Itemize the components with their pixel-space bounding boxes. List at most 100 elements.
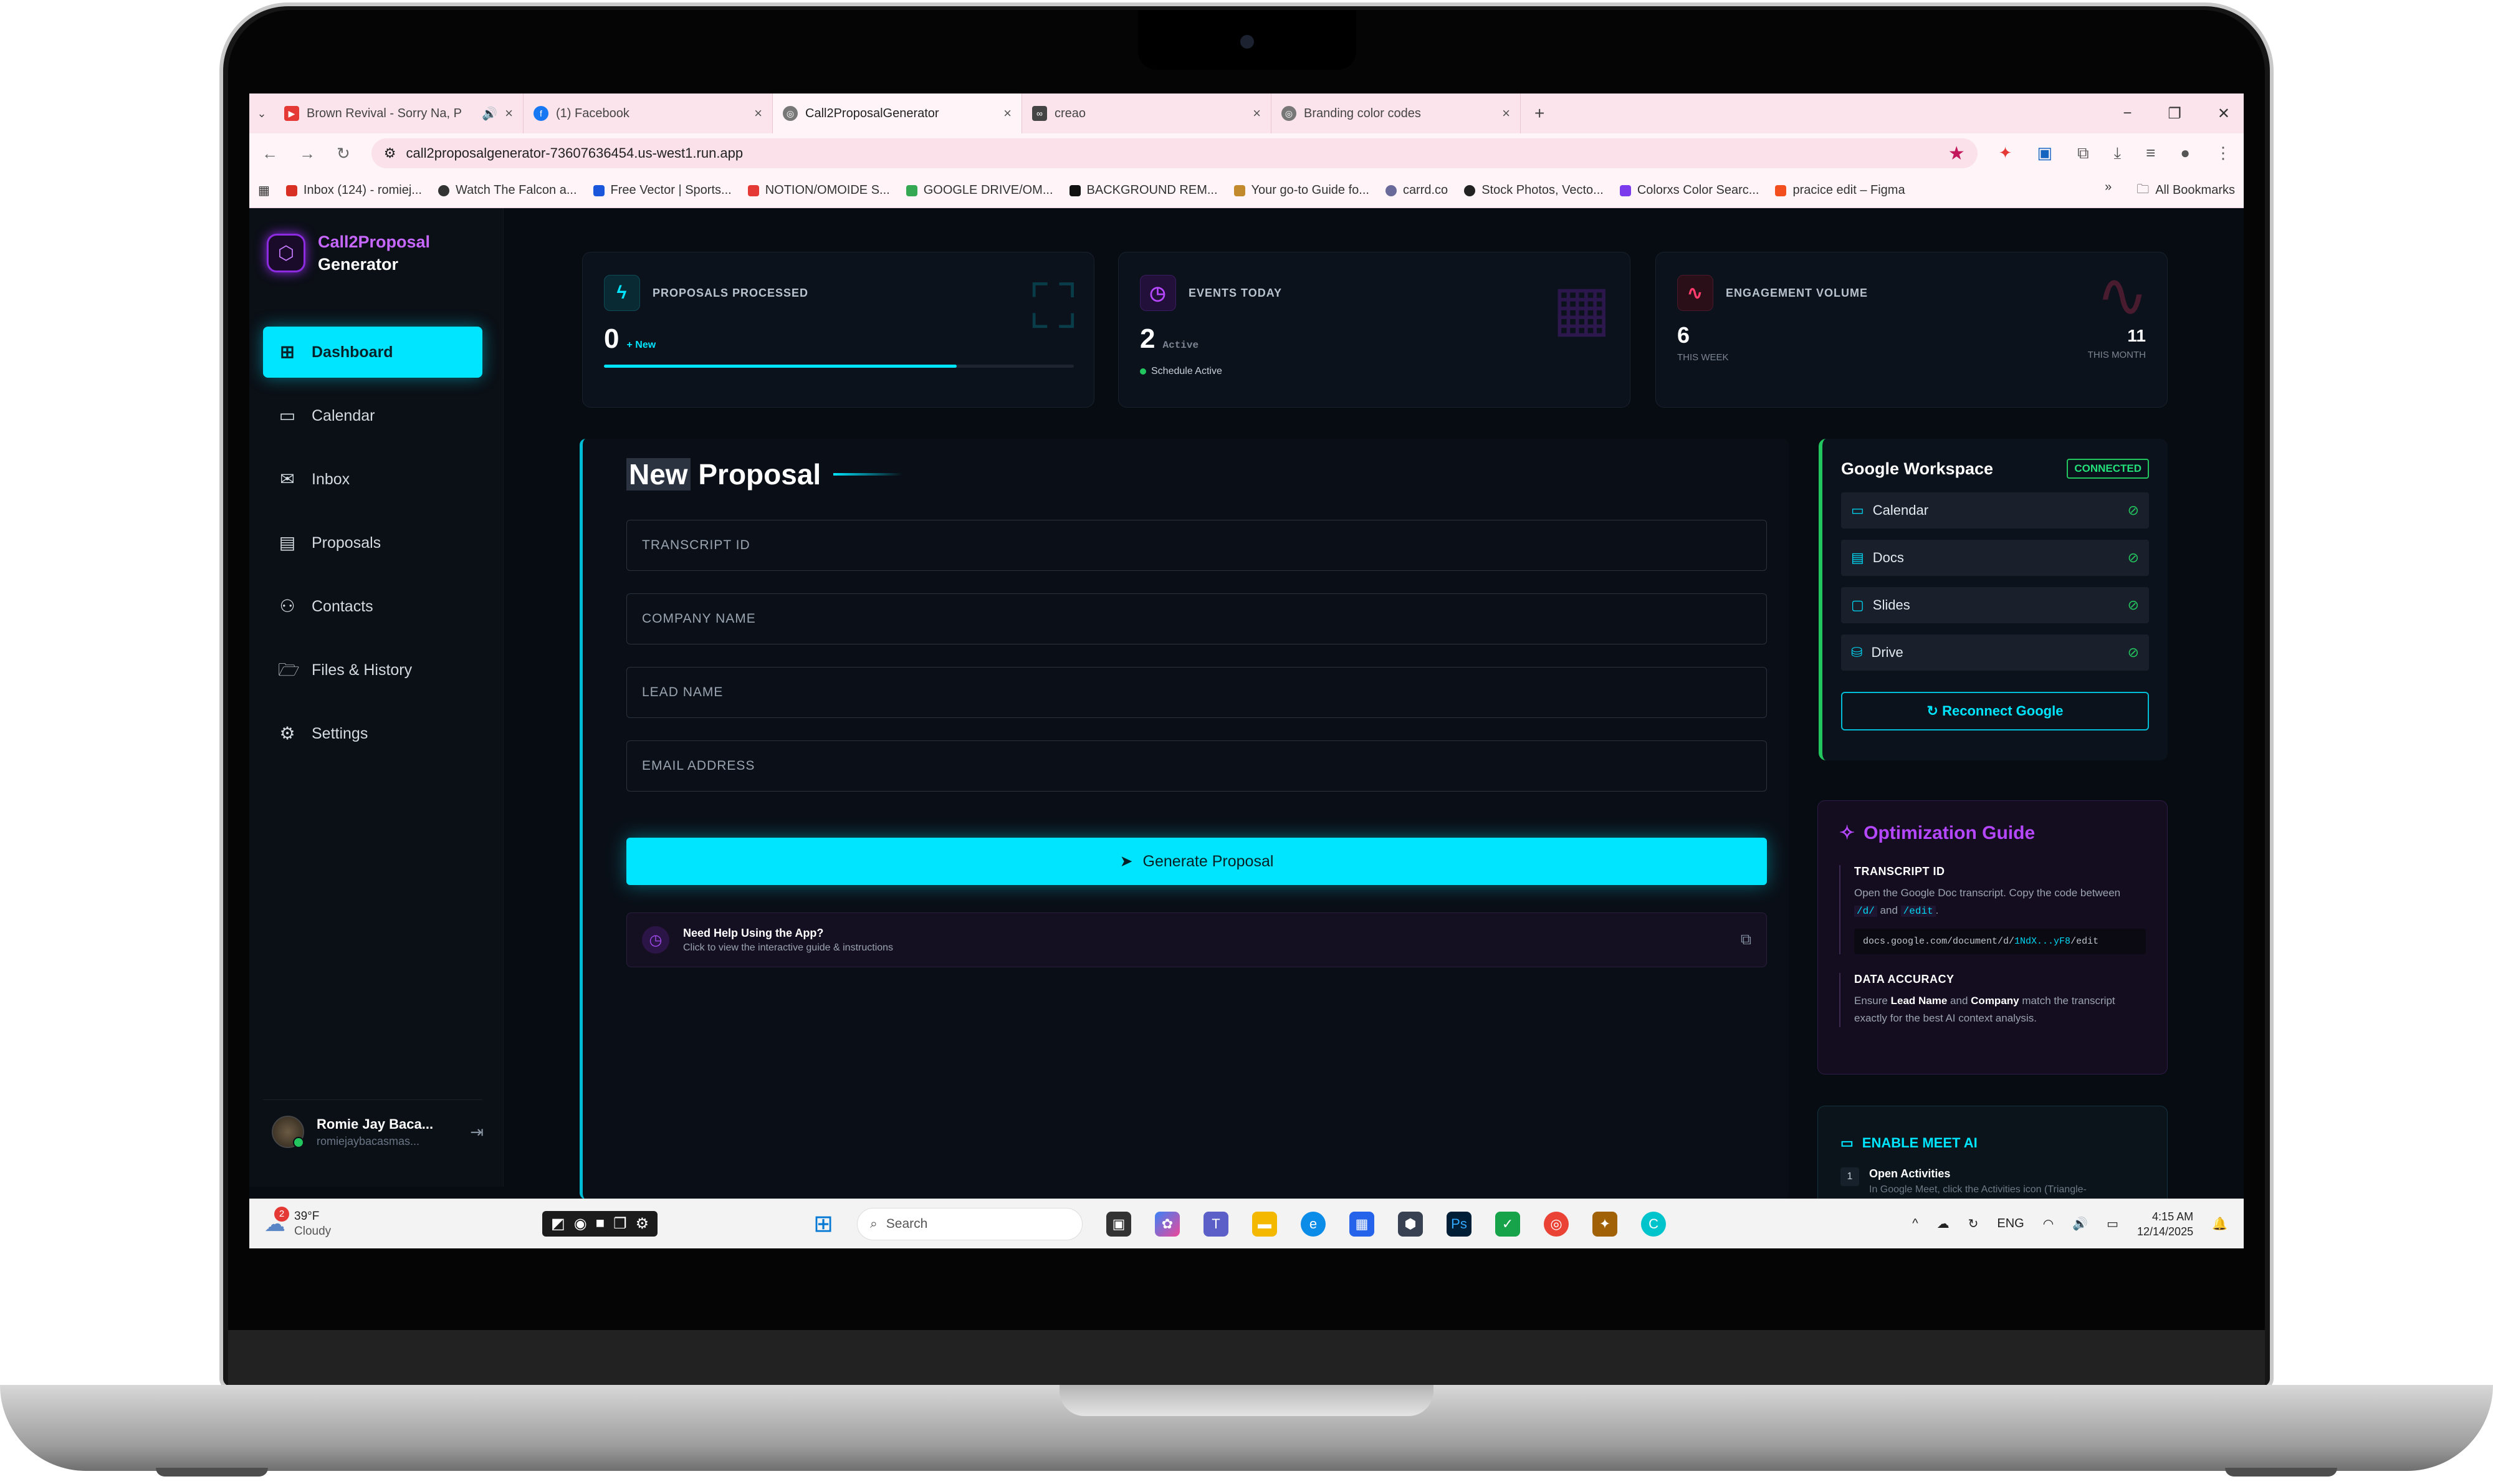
logout-icon[interactable]: ⇥ [470,1123,484,1142]
store-icon[interactable]: ▦ [1349,1211,1375,1237]
tab-title: creao [1055,106,1086,120]
browser-tab[interactable]: ◎ Branding color codes × [1271,93,1521,133]
wifi-icon[interactable]: ◠ [2043,1216,2054,1232]
restore-icon[interactable]: ❐ [2168,105,2181,123]
edge-icon[interactable]: e [1301,1211,1326,1237]
close-tab-icon[interactable]: × [1253,105,1261,122]
forward-icon[interactable]: → [299,144,315,163]
company-name-field[interactable] [626,593,1767,644]
company-name-input[interactable] [642,611,1751,626]
bell-icon[interactable]: 🔔 [2212,1216,2227,1232]
close-tab-icon[interactable]: × [1003,105,1012,122]
bookmark-item[interactable]: Watch The Falcon a... [438,183,577,198]
bookmark-item[interactable]: NOTION/OMOIDE S... [747,183,890,198]
chrome-icon[interactable]: ◎ [1544,1211,1569,1237]
close-tab-icon[interactable]: × [505,105,513,122]
user-profile[interactable]: Romie Jay Baca... romiejaybacasmas... ⇥ [272,1116,484,1148]
close-tab-icon[interactable]: × [754,105,762,122]
bookmark-item[interactable]: BACKGROUND REM... [1069,183,1218,198]
battery-icon[interactable]: ▭ [2107,1216,2118,1232]
bookmark-item[interactable]: Inbox (124) - romiej... [285,183,422,198]
new-tab-button[interactable]: + [1521,103,1558,123]
bookmark-star-icon[interactable]: ★ [1948,143,1965,165]
chevron-up-icon[interactable]: ^ [1912,1217,1918,1231]
apps-grid-icon[interactable]: ▦ [258,183,270,198]
sidebar-item-contacts[interactable]: ⚇ Contacts [263,581,482,632]
app-icon[interactable]: ✦ [1592,1211,1618,1237]
browser-tab[interactable]: ∞ creao × [1022,93,1271,133]
transcript-id-input[interactable] [642,538,1751,553]
sidebar-item-calendar[interactable]: ▭ Calendar [263,390,482,441]
sidebar-item-inbox[interactable]: ✉ Inbox [263,454,482,505]
bookmark-item[interactable]: Your go-to Guide fo... [1233,183,1369,198]
email-address-input[interactable] [642,759,1751,773]
teams-icon[interactable]: T [1203,1211,1229,1237]
reload-icon[interactable]: ↻ [337,144,350,163]
close-tab-icon[interactable]: × [1502,105,1510,122]
close-window-icon[interactable]: ✕ [2218,105,2230,123]
windows-start-icon[interactable]: ⊞ [813,1210,833,1238]
web-icon [438,184,449,196]
sidebar-item-proposals[interactable]: ▤ Proposals [263,517,482,568]
stat-card-events: ◷ EVENTS TODAY 2 Active Schedule Active ▦ [1118,252,1630,408]
bookmark-item[interactable]: Colorxs Color Searc... [1619,183,1759,198]
guide-section-title: TRANSCRIPT ID [1854,865,1945,878]
bookmark-item[interactable]: GOOGLE DRIVE/OM... [906,183,1053,198]
gear-icon[interactable]: ⚙ [636,1215,649,1233]
screenshot-icon[interactable]: ◩ [551,1215,565,1233]
lead-name-field[interactable] [626,667,1767,718]
email-address-field[interactable] [626,740,1767,792]
browser-tab-active[interactable]: ◎ Call2ProposalGenerator × [773,93,1022,133]
avatar [272,1116,304,1148]
extension-icon[interactable]: ✦ [1999,143,2012,163]
app-icon[interactable]: ✓ [1495,1211,1521,1237]
file-explorer-icon[interactable]: ▬ [1252,1211,1278,1237]
cloud-off-icon[interactable]: ☁ [1937,1216,1950,1232]
clock[interactable]: 4:15 AM 12/14/2025 [2137,1209,2193,1239]
profile-avatar-icon[interactable]: ● [2180,143,2190,163]
window-icon[interactable]: ❐ [613,1215,627,1233]
browser-tab[interactable]: ▶ Brown Revival - Sorry Na, P 🔊 × [274,93,524,133]
generate-proposal-button[interactable]: ➤ Generate Proposal [626,838,1767,885]
bookmark-item[interactable]: pracice edit – Figma [1775,183,1905,198]
reconnect-label: Reconnect Google [1942,703,2064,719]
more-bookmarks-icon[interactable]: » [2105,180,2112,201]
menu-dots-icon[interactable]: ⋮ [2215,143,2231,163]
sync-icon[interactable]: ↻ [1968,1216,1979,1232]
bookmark-item[interactable]: Free Vector | Sports... [593,183,732,198]
extensions-puzzle-icon[interactable]: ⧉ [2077,143,2089,163]
all-bookmarks-folder[interactable]: 🗀 All Bookmarks [2137,180,2235,201]
tab-search-chevron-icon[interactable]: ⌄ [249,107,274,120]
reconnect-google-button[interactable]: ↻ Reconnect Google [1841,692,2149,730]
canva-icon[interactable]: C [1641,1211,1667,1237]
task-view-icon[interactable]: ▣ [1106,1211,1132,1237]
transcript-id-field[interactable] [626,520,1767,571]
taskbar-search[interactable]: ⌕ Search [857,1207,1083,1240]
workspace-title: Google Workspace [1841,459,1994,478]
extension-icon[interactable]: ▣ [2037,143,2052,163]
copilot-icon[interactable]: ✿ [1155,1211,1180,1237]
tab-list-icon[interactable]: ≡ [2146,143,2155,163]
sidebar-item-files-history[interactable]: 🗁 Files & History [263,644,482,696]
download-icon[interactable]: ⤓ [2114,143,2122,163]
url-field[interactable]: ⚙ call2proposalgenerator-73607636454.us-… [371,138,1978,168]
bookmark-item[interactable]: carrd.co [1385,183,1448,198]
help-banner[interactable]: ◷ Need Help Using the App? Click to view… [626,912,1767,967]
video-icon[interactable]: ■ [596,1215,605,1233]
app-icon[interactable]: ⬢ [1398,1211,1424,1237]
camera-icon[interactable]: ◉ [574,1215,587,1233]
stat-card-proposals: ϟ PROPOSALS PROCESSED 0 + New ⛶ [582,252,1094,408]
laptop-foot [2225,1468,2337,1477]
bookmark-item[interactable]: Stock Photos, Vecto... [1464,183,1604,198]
sidebar-item-dashboard[interactable]: ⊞ Dashboard [263,327,482,378]
site-info-icon[interactable]: ⚙ [384,145,396,161]
language-indicator[interactable]: ENG [1997,1217,2024,1231]
lead-name-input[interactable] [642,685,1751,700]
back-icon[interactable]: ← [262,144,278,163]
photoshop-icon[interactable]: Ps [1447,1211,1472,1237]
minimize-icon[interactable]: − [2123,105,2132,123]
sidebar-item-settings[interactable]: ⚙ Settings [263,708,482,759]
volume-icon[interactable]: 🔊 [2072,1216,2088,1232]
weather-widget[interactable]: ☁ 2 39°F Cloudy [249,1206,542,1239]
browser-tab[interactable]: f (1) Facebook × [524,93,773,133]
